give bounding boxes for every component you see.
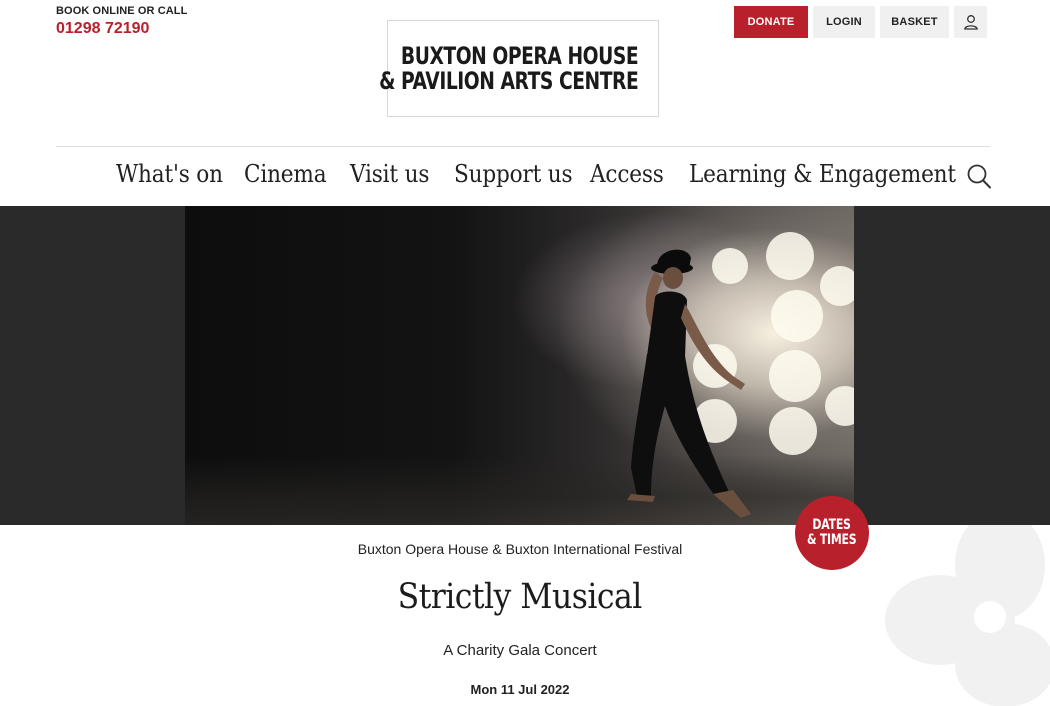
header-actions: DONATE LOGIN BASKET	[734, 6, 987, 38]
nav-item-whats-on[interactable]: What's on	[116, 160, 223, 188]
book-online-label: BOOK ONLINE OR CALL	[56, 5, 188, 17]
nav-item-support-us[interactable]: Support us	[454, 160, 573, 188]
logo-line-1: BUXTON OPERA HOUSE	[400, 41, 639, 70]
booking-info: BOOK ONLINE OR CALL 01298 72190	[56, 5, 187, 38]
login-button[interactable]: LOGIN	[813, 6, 875, 38]
basket-button[interactable]: BASKET	[880, 6, 949, 38]
hero-image	[185, 206, 854, 525]
logo-line-2: & PAVILION ARTS CENTRE	[378, 66, 639, 95]
account-button[interactable]	[954, 6, 987, 38]
nav-divider	[56, 146, 990, 147]
nav-item-cinema[interactable]: Cinema	[244, 160, 327, 188]
event-date: Mon 11 Jul 2022	[470, 682, 570, 697]
event-presenter: Buxton Opera House & Buxton Internationa…	[357, 541, 683, 557]
search-button[interactable]	[966, 163, 992, 191]
dancer-silhouette	[627, 249, 751, 518]
nav-item-visit-us[interactable]: Visit us	[350, 160, 429, 188]
dates-times-line-1: DATES	[812, 517, 852, 533]
donate-button[interactable]: DONATE	[734, 6, 808, 38]
event-subtitle: A Charity Gala Concert	[443, 642, 597, 659]
nav-item-access[interactable]: Access	[590, 160, 664, 188]
event-title: Strictly Musical	[0, 577, 1040, 617]
search-icon	[967, 164, 991, 189]
site-logo[interactable]: BUXTON OPERA HOUSE & PAVILION ARTS CENTR…	[379, 20, 659, 117]
event-title-text: Strictly Musical	[397, 577, 643, 617]
main-nav: What's on Cinema Visit us Support us Acc…	[0, 160, 1050, 194]
user-icon	[963, 15, 978, 30]
dates-times-button[interactable]: DATES & TIMES	[795, 496, 869, 570]
phone-number-link[interactable]: 01298 72190	[56, 20, 187, 38]
nav-item-learning-engagement[interactable]: Learning & Engagement	[689, 160, 956, 188]
